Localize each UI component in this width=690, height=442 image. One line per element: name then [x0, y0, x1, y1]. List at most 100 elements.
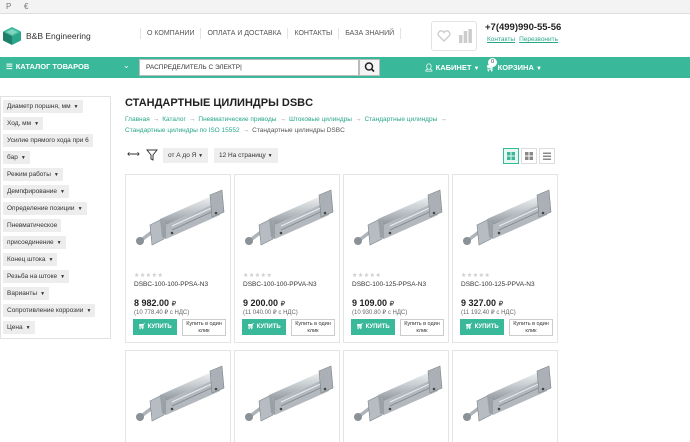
buy-button[interactable]: 🛒︎ КУПИТЬ — [460, 319, 504, 335]
product-card[interactable] — [343, 350, 449, 442]
product-card[interactable]: ★★★★★ DSBC-100-100-PPVA-N3 9 200.00 ₽ (1… — [234, 174, 340, 343]
list-view-button[interactable] — [539, 148, 555, 164]
one-click-button[interactable]: Купить в один клик — [509, 319, 553, 336]
filter-price[interactable]: Цена ▼ — [3, 321, 35, 334]
heart-icon[interactable] — [437, 29, 451, 45]
one-click-button[interactable]: Купить в один клик — [400, 319, 444, 336]
filter-sidebar: Диаметр поршня, мм ▼ Ход, мм ▼ Усилие прям… — [0, 96, 111, 339]
filter-force[interactable]: Усилие прямого хода при 6 — [3, 134, 93, 147]
one-click-button[interactable]: Купить в один клик — [182, 319, 226, 336]
filter-label: Резьба на штоке — [7, 273, 58, 280]
breadcrumb-standard-cylinders[interactable]: Стандартные цилиндры — [364, 116, 437, 123]
one-click-button[interactable]: Купить в один клик — [291, 319, 335, 336]
compact-view-button[interactable] — [521, 148, 537, 164]
breadcrumb-current: Стандартные цилиндры DSBC — [252, 127, 345, 134]
filter-variants[interactable]: Варианты ▼ — [3, 287, 50, 300]
sort-select[interactable]: от А до Я ▼ — [163, 148, 209, 163]
rating-stars: ★★★★★ — [461, 273, 491, 279]
filter-mode[interactable]: Режим работы ▼ — [3, 168, 63, 181]
search-button[interactable] — [359, 59, 380, 76]
currency: ₽ — [280, 301, 286, 308]
chevron-down-icon: ▼ — [535, 66, 542, 72]
product-image[interactable] — [459, 357, 553, 437]
rating-stars: ★★★★★ — [134, 273, 164, 279]
buy-button[interactable]: 🛒︎ КУПИТЬ — [351, 319, 395, 335]
product-card[interactable]: ★★★★★ DSBC-100-100-PPSA-N3 8 982.00 ₽ (1… — [125, 174, 231, 343]
product-card[interactable] — [125, 350, 231, 442]
caret-down-icon: ▼ — [40, 291, 46, 297]
contacts-link[interactable]: Контакты — [487, 36, 515, 43]
rating-stars: ★★★★★ — [352, 273, 382, 279]
product-card[interactable]: ★★★★★ DSBC-100-125-PPSA-N3 9 109.00 ₽ (1… — [343, 174, 449, 343]
buy-button[interactable]: 🛒︎ КУПИТЬ — [133, 319, 177, 335]
product-sku[interactable]: DSBC-100-100-PPVA-N3 — [243, 281, 317, 288]
filter-stroke[interactable]: Ход, мм ▼ — [3, 117, 44, 130]
breadcrumb-pneumatic-drives[interactable]: Пневматические приводы — [198, 116, 276, 123]
product-image[interactable] — [241, 357, 335, 437]
chevron-down-icon[interactable]: ⌄ — [123, 61, 130, 70]
filter-force-cont[interactable]: бар ▼ — [3, 151, 30, 164]
filter-connection[interactable]: присоединение ▼ — [3, 236, 66, 249]
arrows-horizontal-icon[interactable]: ⟷ — [125, 148, 143, 163]
contacts-links: Контакты Перезвонить — [487, 36, 562, 43]
product-image[interactable] — [350, 357, 444, 437]
buy-label: КУПИТЬ — [365, 324, 390, 330]
cart-button[interactable]: 🛒︎ КОРЗИНА ▼ — [486, 63, 542, 72]
filter-corrosion[interactable]: Сопротивление коррозии ▼ — [3, 304, 96, 317]
nav-about[interactable]: О КОМПАНИИ — [141, 28, 202, 39]
buy-button[interactable]: 🛒︎ КУПИТЬ — [242, 319, 286, 335]
filter-pneumatic[interactable]: Пневматическое — [3, 219, 62, 232]
breadcrumb-arrow: → — [188, 116, 196, 123]
product-sku[interactable]: DSBC-100-100-PPSA-N3 — [134, 281, 208, 288]
catalog-button[interactable]: ☰ КАТАЛОГ ТОВАРОВ — [6, 62, 89, 71]
product-image[interactable] — [241, 181, 335, 261]
caret-down-icon: ▼ — [60, 189, 65, 195]
breadcrumb-arrow: → — [279, 116, 286, 123]
nav-payment-delivery[interactable]: ОПЛАТА И ДОСТАВКА — [201, 28, 289, 39]
filter-rod-thread[interactable]: Резьба на штоке ▼ — [3, 270, 70, 283]
product-sku[interactable]: DSBC-100-125-PPSA-N3 — [352, 281, 426, 288]
breadcrumb-rod-cylinders[interactable]: Штоковые цилиндры — [289, 116, 352, 123]
product-card[interactable] — [234, 350, 340, 442]
filter-label: Сопротивление коррозии — [7, 307, 84, 314]
filter-icon[interactable] — [144, 148, 160, 163]
filter-damping[interactable]: Демпфирование ▼ — [3, 185, 69, 198]
sort-label: от А до Я — [168, 152, 197, 159]
nav-knowledge-base[interactable]: БАЗА ЗНАНИЙ — [339, 28, 402, 39]
per-page-select[interactable]: 12 На страницу ▼ — [214, 148, 278, 163]
rating-stars: ★★★★★ — [243, 273, 273, 279]
product-image[interactable] — [459, 181, 553, 261]
logo[interactable]: B&B Engineering — [2, 26, 91, 46]
callback-link[interactable]: Перезвонить — [519, 36, 558, 43]
top-nav: О КОМПАНИИ ОПЛАТА И ДОСТАВКА КОНТАКТЫ БА… — [140, 28, 402, 39]
product-image[interactable] — [132, 357, 226, 437]
filter-rod-end[interactable]: Конец штока ▼ — [3, 253, 58, 266]
phone-number[interactable]: +7(499)990-55-56 — [485, 22, 561, 33]
buy-label: КУПИТЬ — [474, 324, 499, 330]
cart-icon: 🛒︎ — [465, 324, 473, 330]
filter-piston-diameter[interactable]: Диаметр поршня, мм ▼ — [3, 100, 83, 113]
cart-icon: 🛒︎ — [247, 324, 255, 330]
tiles-icon — [525, 152, 533, 160]
compare-icon[interactable] — [459, 29, 472, 46]
product-card[interactable] — [452, 350, 558, 442]
caret-down-icon: ▼ — [73, 104, 79, 110]
breadcrumb-iso-15552[interactable]: Стандартные цилиндры по ISO 15552 — [125, 127, 240, 134]
nav-contacts[interactable]: КОНТАКТЫ — [288, 28, 340, 39]
product-image[interactable] — [132, 181, 226, 261]
product-sku[interactable]: DSBC-100-125-PPVA-N3 — [461, 281, 535, 288]
hamburger-icon: ☰ — [6, 62, 13, 71]
product-card[interactable]: ★★★★★ DSBC-100-125-PPVA-N3 9 327.00 ₽ (1… — [452, 174, 558, 343]
breadcrumb: Главная → Каталог → Пневматические приводы → Ш… — [125, 114, 455, 136]
price-value: 9 109.00 — [352, 298, 388, 308]
breadcrumb-home[interactable]: Главная — [125, 116, 150, 123]
breadcrumb-catalog[interactable]: Каталог — [162, 116, 186, 123]
search-input[interactable]: РАСПРЕДЕЛИТЕЛЬ С ЭЛЕКТР| — [139, 59, 359, 76]
grid-view-button[interactable] — [503, 148, 519, 164]
filter-label: Усилие прямого хода при 6 — [7, 137, 89, 144]
browser-strip-right: € — [24, 2, 29, 11]
caret-down-icon: ▼ — [60, 274, 66, 280]
cabinet-button[interactable]: 👤︎ КАБИНЕТ ▼ — [424, 63, 479, 72]
filter-position[interactable]: Определение позиции ▼ — [3, 202, 87, 215]
product-image[interactable] — [350, 181, 444, 261]
